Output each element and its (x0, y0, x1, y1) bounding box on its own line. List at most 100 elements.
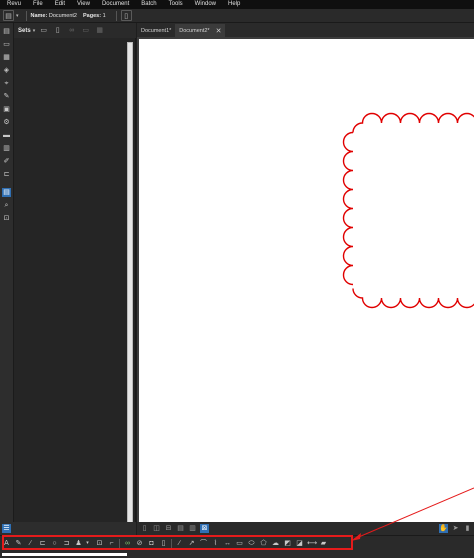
polygon-icon[interactable]: ⬠ (259, 539, 268, 548)
dimension-icon[interactable]: ↔ (223, 539, 232, 548)
arrow-icon[interactable]: ↗ (187, 539, 196, 548)
panel-footer: ☰ (0, 522, 136, 535)
sets-panel-header: Sets ▾ ▭ ▯ ∞ ▭ ▦ (14, 23, 136, 38)
link-icon[interactable]: ∞ (123, 539, 132, 548)
sticky-note-icon[interactable]: ▯ (159, 539, 168, 548)
thumbnails-icon[interactable]: ▤ (2, 27, 11, 36)
split-horizontal-icon[interactable]: ⊟ (164, 524, 173, 533)
stamp-icon[interactable]: ⊏ (38, 539, 47, 548)
tab-label: Document1* (141, 27, 172, 34)
left-panel-tabs: ▤ ▭ ▦ ◈ ⌖ ✎ ▣ ⚙ ▬ ▥ ✐ ⊏ ▤ ⌕ ⊡ (0, 23, 14, 535)
menu-edit[interactable]: Edit (55, 0, 65, 9)
location-icon[interactable]: ⌖ (2, 79, 11, 88)
tag-icon[interactable]: ⊏ (2, 170, 11, 179)
continuous-icon[interactable]: ▤ (176, 524, 185, 533)
chevron-down-icon[interactable]: ▾ (33, 28, 36, 34)
menu-bar: Revu File Edit View Document Batch Tools… (0, 0, 474, 9)
cloud-markup[interactable] (139, 39, 474, 522)
text-box-icon[interactable]: A (2, 539, 11, 548)
menu-help[interactable]: Help (228, 0, 240, 9)
document-pages: Pages: 1 (83, 13, 106, 19)
single-page-icon[interactable]: ▯ (140, 524, 149, 533)
arc-icon[interactable]: ⌒ (199, 539, 208, 548)
split-vertical-icon[interactable]: ◫ (152, 524, 161, 533)
menu-tools[interactable]: Tools (169, 0, 183, 9)
attachment-icon[interactable]: ⊘ (135, 539, 144, 548)
pages-label: Pages: (83, 12, 102, 19)
search-icon[interactable]: ⌕ (2, 201, 11, 210)
circle-icon[interactable]: ○ (50, 539, 59, 548)
chevron-down-icon[interactable]: ▾ (16, 13, 19, 19)
menu-window[interactable]: Window (195, 0, 216, 9)
menu-file[interactable]: File (33, 0, 43, 9)
add-file-icon[interactable]: ▯ (53, 26, 62, 35)
callout-icon[interactable]: ⊐ (62, 539, 71, 548)
pages-value: 1 (102, 12, 106, 19)
rectangle-icon[interactable]: ▭ (235, 539, 244, 548)
signature-icon[interactable]: ✎ (2, 92, 11, 101)
snapshot-icon[interactable]: ◘ (147, 539, 156, 548)
select-arrow-icon[interactable]: ➤ (451, 524, 460, 533)
new-document-icon[interactable]: ▤ (3, 10, 14, 21)
line-icon[interactable]: ∕ (175, 539, 184, 548)
compare-icon[interactable]: ▥ (2, 144, 11, 153)
menu-batch[interactable]: Batch (141, 0, 156, 9)
menu-revu[interactable]: Revu (7, 0, 21, 9)
tab-document1[interactable]: Document1* (137, 24, 175, 37)
cloud-icon[interactable]: ☁ (271, 539, 280, 548)
name-label: Name: (30, 12, 48, 19)
measure-area-icon[interactable]: ▰ (319, 539, 328, 548)
ellipse-icon[interactable]: ⬭ (247, 539, 256, 548)
markup-tools: A ✎ ∕ ⊏ ○ ⊐ ♟ ▾ ⊡ ⌐ ∞ ⊘ ◘ ▯ ∕ ↗ ⌒ ⌇ ↔ ▭ … (2, 539, 331, 548)
measure-length-icon[interactable]: ⟷ (307, 539, 317, 548)
callout-box-icon[interactable]: ◪ (295, 539, 304, 548)
fit-icon[interactable]: ⊠ (200, 524, 209, 533)
tab-label: Document2* (179, 27, 210, 34)
document-page[interactable] (139, 39, 474, 522)
image-icon[interactable]: ⊡ (95, 539, 104, 548)
name-value: Document2 (48, 12, 77, 19)
pan-hand-icon[interactable]: ✋ (439, 524, 448, 533)
sync-icon[interactable]: ▥ (188, 524, 197, 533)
close-icon[interactable]: ✕ (216, 27, 222, 35)
toolbar-divider (25, 10, 27, 21)
sets-panel: Sets ▾ ▭ ▯ ∞ ▭ ▦ (14, 23, 136, 535)
links-icon[interactable]: ⊡ (2, 214, 11, 223)
list-icon[interactable]: ☰ (2, 524, 11, 533)
sets-title: Sets (18, 27, 31, 34)
edit-icon[interactable]: ✐ (2, 157, 11, 166)
chevron-down-icon[interactable]: ▾ (83, 539, 92, 548)
progress-indicator (2, 553, 127, 556)
menu-document[interactable]: Document (102, 0, 129, 9)
document-toolbar: ▤ ▾ Name: Document2 Pages: 1 ▯ (0, 9, 474, 23)
view-bar: ▯ ◫ ⊟ ▤ ▥ ⊠ ✋ ➤ ▮ (137, 522, 474, 535)
document-name: Name: Document2 (31, 13, 77, 19)
toolbar-divider (119, 539, 120, 548)
layers-icon[interactable]: ◈ (2, 66, 11, 75)
link-icon[interactable]: ∞ (67, 26, 76, 35)
settings-icon[interactable]: ⚙ (2, 118, 11, 127)
tab-document2[interactable]: Document2* ✕ (175, 24, 226, 37)
view-bar-right: ✋ ➤ ▮ (436, 524, 472, 533)
bookmarks-icon[interactable]: ▭ (2, 40, 11, 49)
document-canvas (137, 37, 474, 522)
briefcase-icon[interactable]: ▣ (2, 105, 11, 114)
grid-settings-icon[interactable]: ▦ (95, 26, 104, 35)
grid-icon[interactable]: ▦ (2, 53, 11, 62)
polyline-icon[interactable]: ⌇ (211, 539, 220, 548)
user-stamp-icon[interactable]: ♟ (74, 539, 83, 548)
cloud-plus-icon[interactable]: ◩ (283, 539, 292, 548)
page-icon[interactable]: ▯ (120, 10, 132, 21)
scroll-icon[interactable]: ▮ (463, 524, 472, 533)
save-icon[interactable]: ▭ (81, 26, 90, 35)
sets-icon[interactable]: ▤ (2, 188, 11, 197)
highlight-icon[interactable]: ✎ (14, 539, 23, 548)
panel-scrollbar[interactable] (127, 42, 133, 530)
open-folder-icon[interactable]: ▭ (39, 26, 48, 35)
document-tabs: Document1* Document2* ✕ (137, 23, 474, 37)
menu-view[interactable]: View (77, 0, 90, 9)
crop-icon[interactable]: ⌐ (107, 539, 116, 548)
pen-icon[interactable]: ∕ (26, 539, 35, 548)
measure-icon[interactable]: ▬ (2, 131, 11, 140)
toolbar-divider (115, 10, 117, 21)
